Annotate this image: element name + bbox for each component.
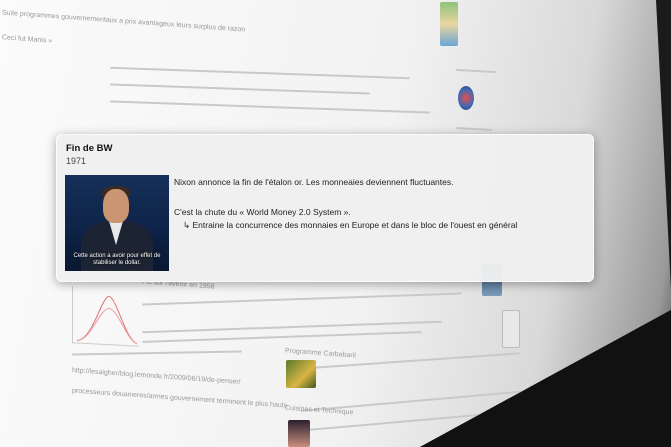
card-text-line: Nixon annonce la fin de l'étalon or. Les… [174, 177, 454, 187]
map-thumbnail [440, 2, 458, 46]
person-thumbnail [288, 420, 310, 447]
food-thumbnail [286, 360, 316, 388]
video-thumbnail[interactable]: Cette action a avoir pour effet de stabi… [65, 175, 169, 271]
video-subtitle: Cette action a avoir pour effet de stabi… [73, 253, 161, 266]
card-text-subpoint: ↳ Entraine la concurrence des monnaies e… [183, 220, 518, 230]
card-year: 1971 [66, 156, 87, 166]
background-graph [72, 286, 139, 347]
card-title: Fin de BW [66, 143, 113, 154]
card-text-line: C'est la chute du « World Money 2.0 Syst… [174, 207, 351, 217]
badge-thumbnail [458, 86, 474, 110]
timeline-card[interactable]: Fin de BW 1971 Cette action a avoir pour… [56, 134, 594, 282]
side-widget [502, 310, 520, 348]
